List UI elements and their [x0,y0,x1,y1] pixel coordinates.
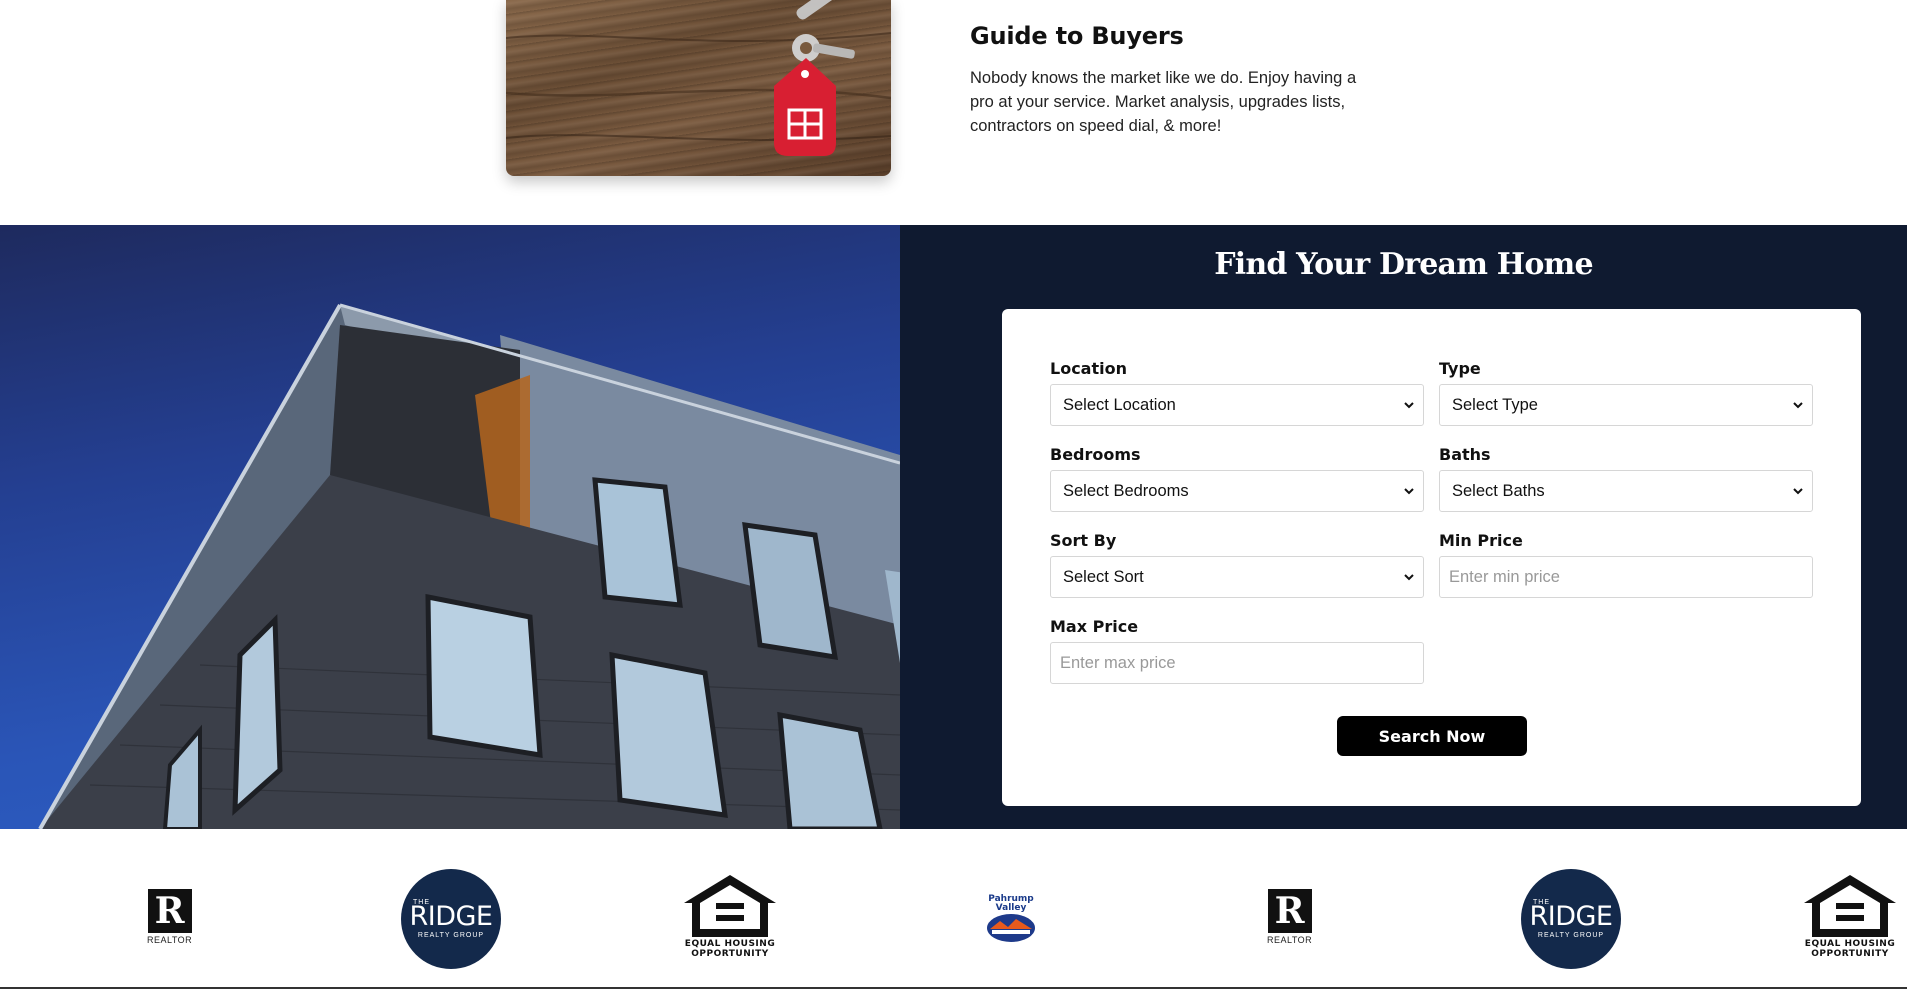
partner-logos: R REALTOR THE RIDGE REALTY GROUP EQUAL H… [0,829,1907,989]
min-price-field: Min Price Enter min price [1439,531,1813,598]
ridge-sub: REALTY GROUP [1537,932,1605,939]
baths-label: Baths [1439,445,1491,464]
ridge-sub: REALTY GROUP [417,932,485,939]
eho-line1: EQUAL HOUSING [1804,939,1896,949]
realtor-r-icon: R [1267,889,1312,933]
equal-housing-logo: EQUAL HOUSING OPPORTUNITY [1802,873,1898,959]
realtor-logo: R REALTOR [1267,889,1312,945]
eho-line1: EQUAL HOUSING [684,939,776,949]
realtor-r-icon: R [147,889,192,933]
bedrooms-select[interactable]: Select Bedrooms [1050,470,1424,512]
house-keychain-image [506,0,891,176]
baths-select-value: Select Baths [1452,481,1545,500]
chevron-down-icon [1792,399,1804,411]
type-select-value: Select Type [1452,395,1538,414]
type-select[interactable]: Select Type [1439,384,1813,426]
max-price-field: Max Price Enter max price [1050,617,1424,684]
location-select[interactable]: Select Location [1050,384,1424,426]
max-price-input[interactable]: Enter max price [1050,642,1424,684]
sort-field: Sort By Select Sort [1050,531,1424,598]
search-form: Location Select Location Type Select Typ… [1002,309,1861,806]
equal-housing-house-icon [684,875,776,937]
ridge-realty-logo: THE RIDGE REALTY GROUP [401,869,501,969]
pahrump-line2: Valley [995,903,1027,913]
ridge-main: RIDGE [409,901,494,932]
building-photo [0,225,900,829]
max-price-label: Max Price [1050,617,1139,636]
chevron-down-icon [1403,399,1415,411]
ridge-realty-logo: THE RIDGE REALTY GROUP [1521,869,1621,969]
baths-select[interactable]: Select Baths [1439,470,1813,512]
search-panel: Find Your Dream Home Location Select Loc… [900,225,1907,829]
chevron-down-icon [1403,485,1415,497]
bedrooms-field: Bedrooms Select Bedrooms [1050,445,1424,512]
type-label: Type [1439,359,1481,378]
bedrooms-label: Bedrooms [1050,445,1141,464]
guide-text-block: Guide to Buyers Nobody knows the market … [970,22,1370,138]
sort-select-value: Select Sort [1063,567,1144,586]
location-label: Location [1050,359,1127,378]
location-field: Location Select Location [1050,359,1424,426]
guide-title: Guide to Buyers [970,22,1184,50]
search-section: Find Your Dream Home Location Select Loc… [0,225,1907,829]
guide-section: Guide to Buyers Nobody knows the market … [0,0,1907,225]
guide-description: Nobody knows the market like we do. Enjo… [970,69,1357,135]
pahrump-valley-logo: Pahrump Valley [985,895,1037,947]
baths-field: Baths Select Baths [1439,445,1813,512]
realtor-label: REALTOR [1267,935,1313,945]
ridge-circle: THE RIDGE REALTY GROUP [1521,869,1621,969]
type-field: Type Select Type [1439,359,1813,426]
min-price-input[interactable]: Enter min price [1439,556,1813,598]
equal-housing-logo: EQUAL HOUSING OPPORTUNITY [682,873,778,959]
search-now-button[interactable]: Search Now [1337,716,1527,756]
realtor-label: REALTOR [147,935,193,945]
eho-line2: OPPORTUNITY [1811,949,1889,959]
bedrooms-select-value: Select Bedrooms [1063,481,1189,500]
location-select-value: Select Location [1063,395,1176,414]
realtor-logo: R REALTOR [147,889,192,945]
chevron-down-icon [1792,485,1804,497]
ridge-circle: THE RIDGE REALTY GROUP [401,869,501,969]
ridge-main: RIDGE [1529,901,1614,932]
sort-label: Sort By [1050,531,1117,550]
eho-line2: OPPORTUNITY [691,949,769,959]
search-title: Find Your Dream Home [1214,247,1593,282]
chevron-down-icon [1403,571,1415,583]
pahrump-emblem-icon [987,914,1035,942]
min-price-label: Min Price [1439,531,1523,550]
sort-select[interactable]: Select Sort [1050,556,1424,598]
equal-housing-house-icon [1804,875,1896,937]
